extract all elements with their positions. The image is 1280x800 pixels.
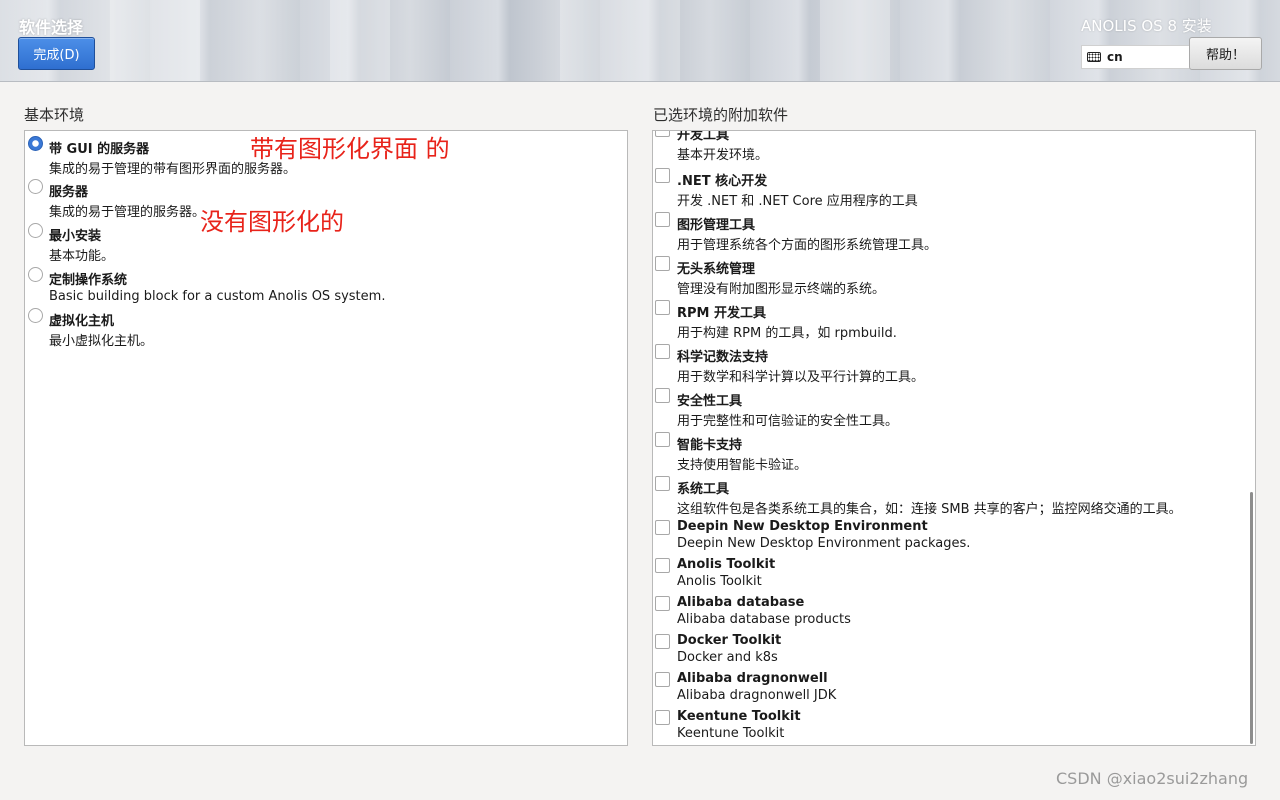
radio-button[interactable] [28,136,43,151]
environment-title: 虚拟化主机 [49,314,115,329]
checkbox[interactable] [655,131,670,137]
annotation-no-gui: 没有图形化的 [200,208,344,236]
addon-description: Deepin New Desktop Environment packages. [677,536,971,551]
addon-description: 用于数学和科学计算以及平行计算的工具。 [677,370,925,385]
keyboard-layout-label: cn [1107,50,1123,64]
addon-title: RPM 开发工具 [677,306,767,321]
environment-title: 服务器 [49,185,89,200]
addon-title: Alibaba dragnonwell [677,671,828,686]
addon-title: 智能卡支持 [677,438,743,453]
addon-title: Anolis Toolkit [677,557,776,572]
environment-title: 带 GUI 的服务器 [49,142,150,157]
checkbox[interactable] [655,520,670,535]
addon-title: 无头系统管理 [677,262,756,277]
watermark: CSDN @xiao2sui2zhang [1056,769,1249,788]
addon-title: Keentune Toolkit [677,709,801,724]
addon-description: Alibaba dragnonwell JDK [677,688,837,703]
environment-description: Basic building block for a custom Anolis… [49,289,386,304]
keyboard-icon [1087,52,1101,62]
addon-title: 开发工具 [677,130,730,143]
checkbox[interactable] [655,344,670,359]
addon-description: 用于管理系统各个方面的图形系统管理工具。 [677,238,938,253]
addon-description: Alibaba database products [677,612,851,627]
help-button[interactable]: 帮助！ [1189,37,1262,70]
addon-description: 开发 .NET 和 .NET Core 应用程序的工具 [677,194,918,209]
environment-description: 最小虚拟化主机。 [49,334,154,349]
addon-title: Alibaba database [677,595,805,610]
checkbox[interactable] [655,300,670,315]
checkbox[interactable] [655,212,670,227]
addon-title: 图形管理工具 [677,218,756,233]
checkbox[interactable] [655,672,670,687]
addon-description: 这组软件包是各类系统工具的集合，如：连接 SMB 共享的客户；监控网络交通的工具… [677,502,1182,517]
checkbox[interactable] [655,596,670,611]
addon-title: 系统工具 [677,482,730,497]
radio-button[interactable] [28,308,43,323]
addon-description: 基本开发环境。 [677,148,769,163]
addon-description: 管理没有附加图形显示终端的系统。 [677,282,886,297]
checkbox[interactable] [655,168,670,183]
addons-heading: 已选环境的附加软件 [653,106,789,124]
checkbox[interactable] [655,432,670,447]
radio-button[interactable] [28,267,43,282]
addon-description: 用于完整性和可信验证的安全性工具。 [677,414,899,429]
radio-button[interactable] [28,179,43,194]
installer-title: ANOLIS OS 8 安装 [1081,17,1212,35]
addon-title: .NET 核心开发 [677,174,768,189]
environment-title: 定制操作系统 [49,273,128,288]
checkbox[interactable] [655,634,670,649]
page-title: 软件选择 [19,18,84,37]
addon-title: Docker Toolkit [677,633,782,648]
checkbox[interactable] [655,476,670,491]
annotation-gui: 带有图形化界面 的 [250,135,450,163]
checkbox[interactable] [655,256,670,271]
header-bar: 软件选择 完成(D) ANOLIS OS 8 安装 cn 帮助！ [0,0,1280,82]
addon-title: Deepin New Desktop Environment [677,519,928,534]
addon-description: Docker and k8s [677,650,778,665]
keyboard-layout-indicator[interactable]: cn [1081,45,1193,69]
addon-title: 安全性工具 [677,394,743,409]
checkbox[interactable] [655,388,670,403]
addon-description: 支持使用智能卡验证。 [677,458,808,473]
environment-description: 基本功能。 [49,249,115,264]
checkbox[interactable] [655,558,670,573]
base-environment-heading: 基本环境 [24,106,85,124]
addons-scrollbar[interactable] [1250,492,1253,744]
addons-list[interactable]: 开发工具 基本开发环境。 .NET 核心开发 开发 .NET 和 .NET Co… [652,130,1256,746]
addon-description: Anolis Toolkit [677,574,762,589]
environment-description: 集成的易于管理的服务器。 [49,205,206,220]
addon-description: 用于构建 RPM 的工具，如 rpmbuild. [677,326,897,341]
done-button[interactable]: 完成(D) [18,37,95,70]
checkbox[interactable] [655,710,670,725]
radio-button[interactable] [28,223,43,238]
addon-description: Keentune Toolkit [677,726,785,741]
addon-title: 科学记数法支持 [677,350,769,365]
environment-title: 最小安装 [49,229,102,244]
